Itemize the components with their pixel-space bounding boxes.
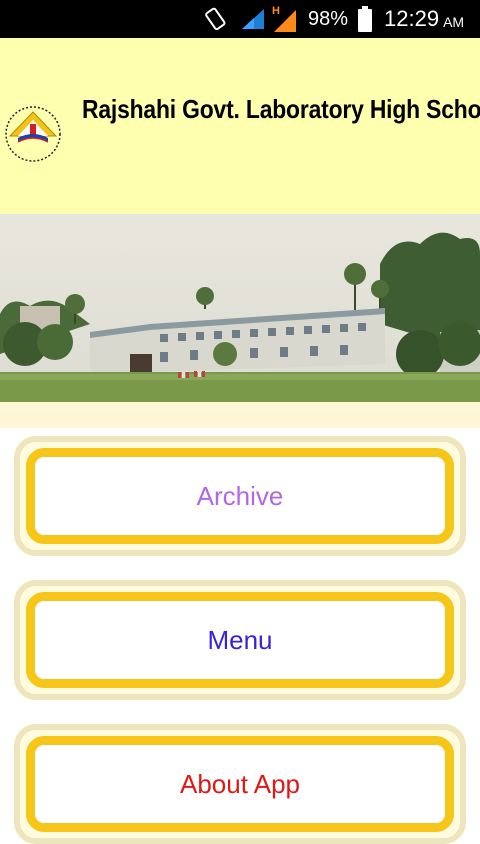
archive-button-frame[interactable]: Archive <box>26 448 454 544</box>
about-app-button-label: About App <box>180 768 300 799</box>
status-bar: H 98% 12:29 AM <box>0 0 480 38</box>
menu-button-label: Menu <box>207 624 273 655</box>
signal-icon <box>240 0 266 38</box>
clock-time: 12:29 <box>384 6 440 31</box>
app-header: Rajshahi Govt. Laboratory High School <box>0 38 480 214</box>
about-app-button-frame[interactable]: About App <box>26 736 454 832</box>
network-type-label: H <box>272 5 280 17</box>
menu-button[interactable]: Menu <box>14 580 466 700</box>
menu-button-frame[interactable]: Menu <box>26 592 454 688</box>
school-name-title: Rajshahi Govt. Laboratory High School <box>82 94 480 124</box>
archive-button-label: Archive <box>196 480 284 511</box>
archive-button[interactable]: Archive <box>14 436 466 556</box>
battery-icon <box>358 0 372 38</box>
h-signal-icon: H <box>272 0 298 38</box>
battery-percent: 98% <box>308 7 349 30</box>
divider-strip <box>0 402 480 428</box>
school-building-photo <box>0 214 480 402</box>
about-app-button[interactable]: About App <box>14 724 466 844</box>
screen-rotation-icon <box>204 0 228 38</box>
school-logo-icon <box>5 106 61 162</box>
clock-ampm: AM <box>443 14 465 30</box>
